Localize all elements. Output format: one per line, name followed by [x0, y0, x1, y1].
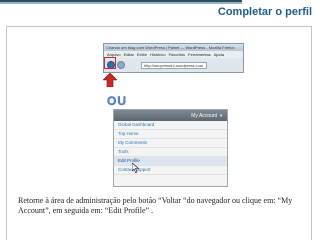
menu-item-my-comments[interactable]: My Comments: [114, 139, 227, 148]
instruction-caption: Retorne à área de administração pelo bot…: [18, 196, 293, 215]
browser-menu-item[interactable]: Ferramentas: [188, 51, 211, 58]
browser-menu-item[interactable]: Exibir: [137, 51, 147, 58]
slide-title: Completar o perfil: [217, 6, 312, 18]
browser-menu-item[interactable]: Histórico: [150, 51, 166, 58]
browser-navbar: http://seuprimeiro.wordpress.com: [104, 58, 243, 72]
my-account-button[interactable]: My Account ▼: [114, 110, 227, 121]
browser-menu-item[interactable]: Favoritos: [169, 51, 185, 58]
account-dropdown-screenshot: My Account ▼ Global Dashboard Top Home M…: [113, 109, 228, 187]
browser-window-screenshot: Criando um blog com WordPress | Painel —…: [103, 43, 244, 73]
menu-item-global-dashboard[interactable]: Global Dashboard: [114, 121, 227, 130]
my-account-label: My Account: [191, 112, 218, 119]
header-stripe-light: [0, 2, 242, 4]
browser-menu-item[interactable]: Editar: [124, 51, 134, 58]
menu-item-top-home[interactable]: Top Home: [114, 130, 227, 139]
back-button-highlight: [104, 57, 116, 69]
or-label: OU: [107, 94, 127, 108]
slide-header: Completar o perfil: [0, 0, 320, 26]
browser-menubar: Arquivo Editar Exibir Histórico Favorito…: [104, 51, 243, 58]
chevron-down-icon: ▼: [219, 113, 223, 118]
browser-titlebar: Criando um blog com WordPress | Painel —…: [104, 44, 243, 51]
menu-item-contact-support[interactable]: Contact Support: [114, 166, 227, 175]
mouse-cursor-icon: [132, 163, 140, 173]
browser-menu-item[interactable]: Ajuda: [214, 51, 224, 58]
menu-item-tools[interactable]: Tools: [114, 148, 227, 157]
browser-window-title: Criando um blog com WordPress | Painel —…: [106, 45, 235, 50]
forward-button[interactable]: [117, 61, 125, 69]
menu-item-edit-profile[interactable]: Edit Profile: [114, 157, 227, 166]
url-bar[interactable]: http://seuprimeiro.wordpress.com: [141, 61, 207, 69]
arrow-up-icon: [103, 73, 117, 87]
